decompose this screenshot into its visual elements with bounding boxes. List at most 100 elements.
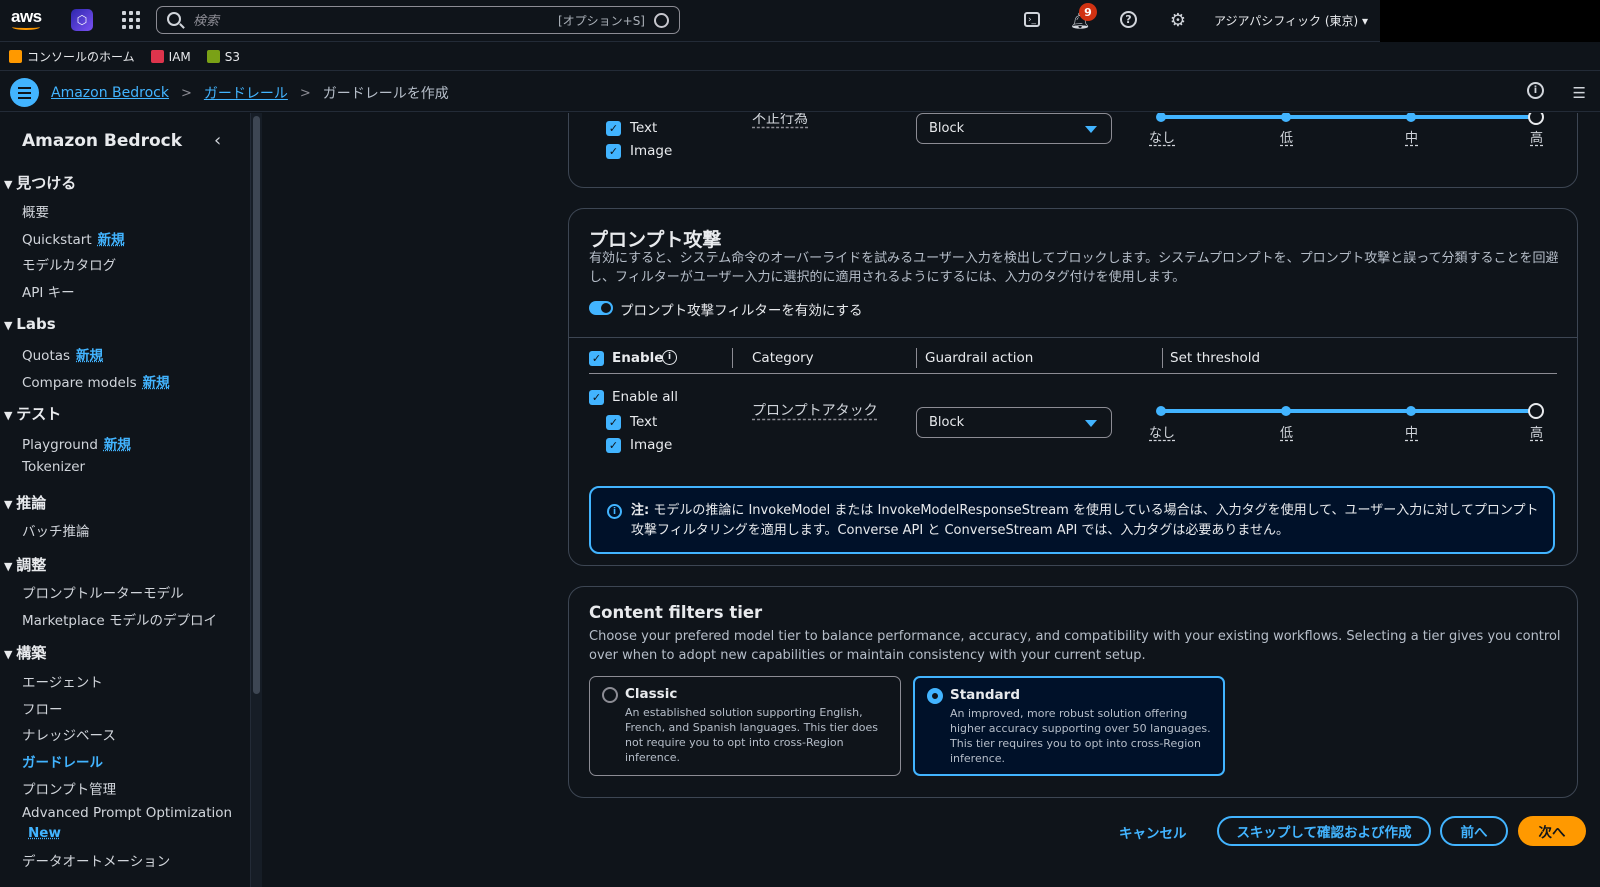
sidebar-item-advanced-prompt-optimization[interactable]: Advanced Prompt Optimization <box>22 805 232 821</box>
sidebar-item-prompt-router[interactable]: プロンプトルーターモデル <box>22 582 184 602</box>
next-button[interactable]: 次へ <box>1518 816 1586 846</box>
tier-option-title: Classic <box>625 686 678 702</box>
sidebar-item-overview[interactable]: 概要 <box>22 201 49 221</box>
column-header-action: Guardrail action <box>925 350 1034 366</box>
tier-option-description: An improved, more robust solution offeri… <box>950 707 1211 765</box>
sidebar-scrollbar[interactable] <box>250 113 262 887</box>
sidebar-section-discover[interactable]: 見つける <box>4 172 76 193</box>
radio-standard[interactable] <box>927 688 943 704</box>
sidebar-item-guardrails[interactable]: ガードレール <box>22 751 103 771</box>
prompt-attack-toggle[interactable] <box>589 301 613 315</box>
checkbox-label-text: Text <box>630 120 658 136</box>
sidebar-item-prompt-management[interactable]: プロンプト管理 <box>22 778 116 798</box>
slider-tick <box>1156 406 1166 416</box>
scrollbar-thumb[interactable] <box>253 116 260 694</box>
threshold-tick-high: 高 <box>1530 426 1544 441</box>
search-shortcut-hint: [オプション+S] <box>557 14 645 28</box>
collapse-sidebar-icon[interactable]: ‹ <box>214 130 221 151</box>
sidebar-section-build[interactable]: 構築 <box>4 642 46 663</box>
info-icon[interactable]: i <box>1527 82 1544 99</box>
cancel-button[interactable]: キャンセル <box>1119 822 1187 842</box>
guardrail-action-select[interactable]: Block <box>916 113 1112 144</box>
checkbox-text[interactable]: ✓ <box>606 415 621 430</box>
sidebar-item-data-automation[interactable]: データオートメーション <box>22 850 170 870</box>
toggle-label: プロンプト攻撃フィルターを有効にする <box>620 303 863 319</box>
tier-title: Content filters tier <box>589 603 763 622</box>
sidebar-item-knowledge-base[interactable]: ナレッジベース <box>22 724 116 744</box>
new-badge: New <box>28 825 61 841</box>
breadcrumb-link-guardrails[interactable]: ガードレール <box>204 83 288 103</box>
breadcrumb-bar: Amazon Bedrock > ガードレール > ガードレールを作成 i ☰ <box>0 72 1600 112</box>
favorite-label: IAM <box>168 49 191 64</box>
checkbox-text[interactable]: ✓ <box>606 121 621 136</box>
sidebar-item-model-catalog[interactable]: モデルカタログ <box>22 254 116 274</box>
prompt-attack-description: 有効にすると、システム命令のオーバーライドを試みるユーザー入力を検出してブロック… <box>589 251 1559 285</box>
sidebar-item-marketplace[interactable]: Marketplace モデルのデプロイ <box>22 609 217 629</box>
checkbox-image[interactable]: ✓ <box>606 438 621 453</box>
bedrock-service-icon[interactable]: ⬡ <box>71 9 93 31</box>
tier-option-standard[interactable]: Standard An improved, more robust soluti… <box>913 676 1225 776</box>
previous-button[interactable]: 前へ <box>1440 816 1508 846</box>
sidebar-section-labs[interactable]: Labs <box>4 315 55 333</box>
hamburger-menu-icon[interactable] <box>10 78 39 107</box>
tier-option-classic[interactable]: Classic An established solution supporti… <box>589 676 901 776</box>
checkbox-image[interactable]: ✓ <box>606 144 621 159</box>
slider-tick <box>1281 113 1291 122</box>
threshold-slider-thumb[interactable] <box>1528 113 1544 125</box>
sidebar-item-api-keys[interactable]: API キー <box>22 281 75 301</box>
favorite-console-home[interactable]: コンソールのホーム <box>9 48 135 65</box>
column-separator <box>732 348 733 368</box>
info-alert-text: 注: モデルの推論に InvokeModel または InvokeModelRe… <box>631 501 1541 541</box>
threshold-slider-track[interactable] <box>1161 409 1536 413</box>
checkbox-enable-all[interactable]: ✓ <box>589 390 604 405</box>
sidebar-section-tuning[interactable]: 調整 <box>4 554 46 575</box>
region-selector[interactable]: アジアパシフィック (東京) <box>1214 12 1368 29</box>
favorites-bar: コンソールのホーム IAM S3 <box>0 43 1600 71</box>
cloudshell-icon[interactable]: ›_ <box>1024 12 1040 27</box>
sidebar-item-compare-models[interactable]: Compare models 新規 <box>22 371 170 391</box>
sidebar-item-batch-inference[interactable]: バッチ推論 <box>22 520 90 540</box>
search-context-icon[interactable] <box>654 13 669 28</box>
iam-icon <box>150 50 164 63</box>
sidebar-section-inference[interactable]: 推論 <box>4 492 46 513</box>
info-icon[interactable]: i <box>662 350 677 365</box>
sidebar-item-playground[interactable]: Playground 新規 <box>22 433 131 453</box>
sidebar-item-tokenizer[interactable]: Tokenizer <box>22 459 85 475</box>
content-filters-tier-card: Content filters tier Choose your prefere… <box>568 586 1578 798</box>
favorite-s3[interactable]: S3 <box>206 50 240 64</box>
new-badge: 新規 <box>103 437 131 453</box>
breadcrumb-link-bedrock[interactable]: Amazon Bedrock <box>51 85 169 101</box>
column-separator <box>916 348 917 368</box>
checkbox-label-image: Image <box>630 437 673 453</box>
sidebar-section-test[interactable]: テスト <box>4 403 61 424</box>
chevron-right-icon: > <box>299 85 311 101</box>
services-grid-icon[interactable] <box>122 11 140 29</box>
sidebar-item-agents[interactable]: エージェント <box>22 671 103 691</box>
guardrail-action-select[interactable]: Block <box>916 407 1112 438</box>
favorite-iam[interactable]: IAM <box>150 49 191 64</box>
radio-classic[interactable] <box>602 687 618 703</box>
slider-tick <box>1406 406 1416 416</box>
slider-tick <box>1156 113 1166 122</box>
tools-panel-icon[interactable]: ☰ <box>1573 84 1586 102</box>
sidebar-item-flows[interactable]: フロー <box>22 698 63 718</box>
checkbox-enable-header[interactable]: ✓ <box>589 351 604 366</box>
new-badge: 新規 <box>76 348 104 364</box>
search-input[interactable] <box>193 11 493 31</box>
threshold-slider-thumb[interactable] <box>1528 403 1544 419</box>
column-separator <box>1162 348 1163 368</box>
account-menu[interactable] <box>1380 0 1600 42</box>
sidebar-item-quotas[interactable]: Quotas 新規 <box>22 344 103 364</box>
search-bar[interactable]: [オプション+S] <box>156 6 680 34</box>
sidebar-item-quickstart[interactable]: Quickstart 新規 <box>22 228 125 248</box>
help-icon[interactable]: ? <box>1120 11 1137 28</box>
category-label: プロンプトアタック <box>752 403 878 419</box>
skip-to-review-button[interactable]: スキップして確認および作成 <box>1217 816 1431 846</box>
breadcrumb: Amazon Bedrock > ガードレール > ガードレールを作成 <box>51 83 449 103</box>
prompt-attack-title: プロンプト攻撃 <box>589 229 722 251</box>
threshold-tick-high: 高 <box>1530 131 1544 146</box>
gear-icon[interactable]: ⚙ <box>1168 10 1188 31</box>
table-header-divider <box>589 373 1557 374</box>
threshold-slider-track[interactable] <box>1161 115 1536 119</box>
checkbox-label-text: Text <box>630 414 658 430</box>
